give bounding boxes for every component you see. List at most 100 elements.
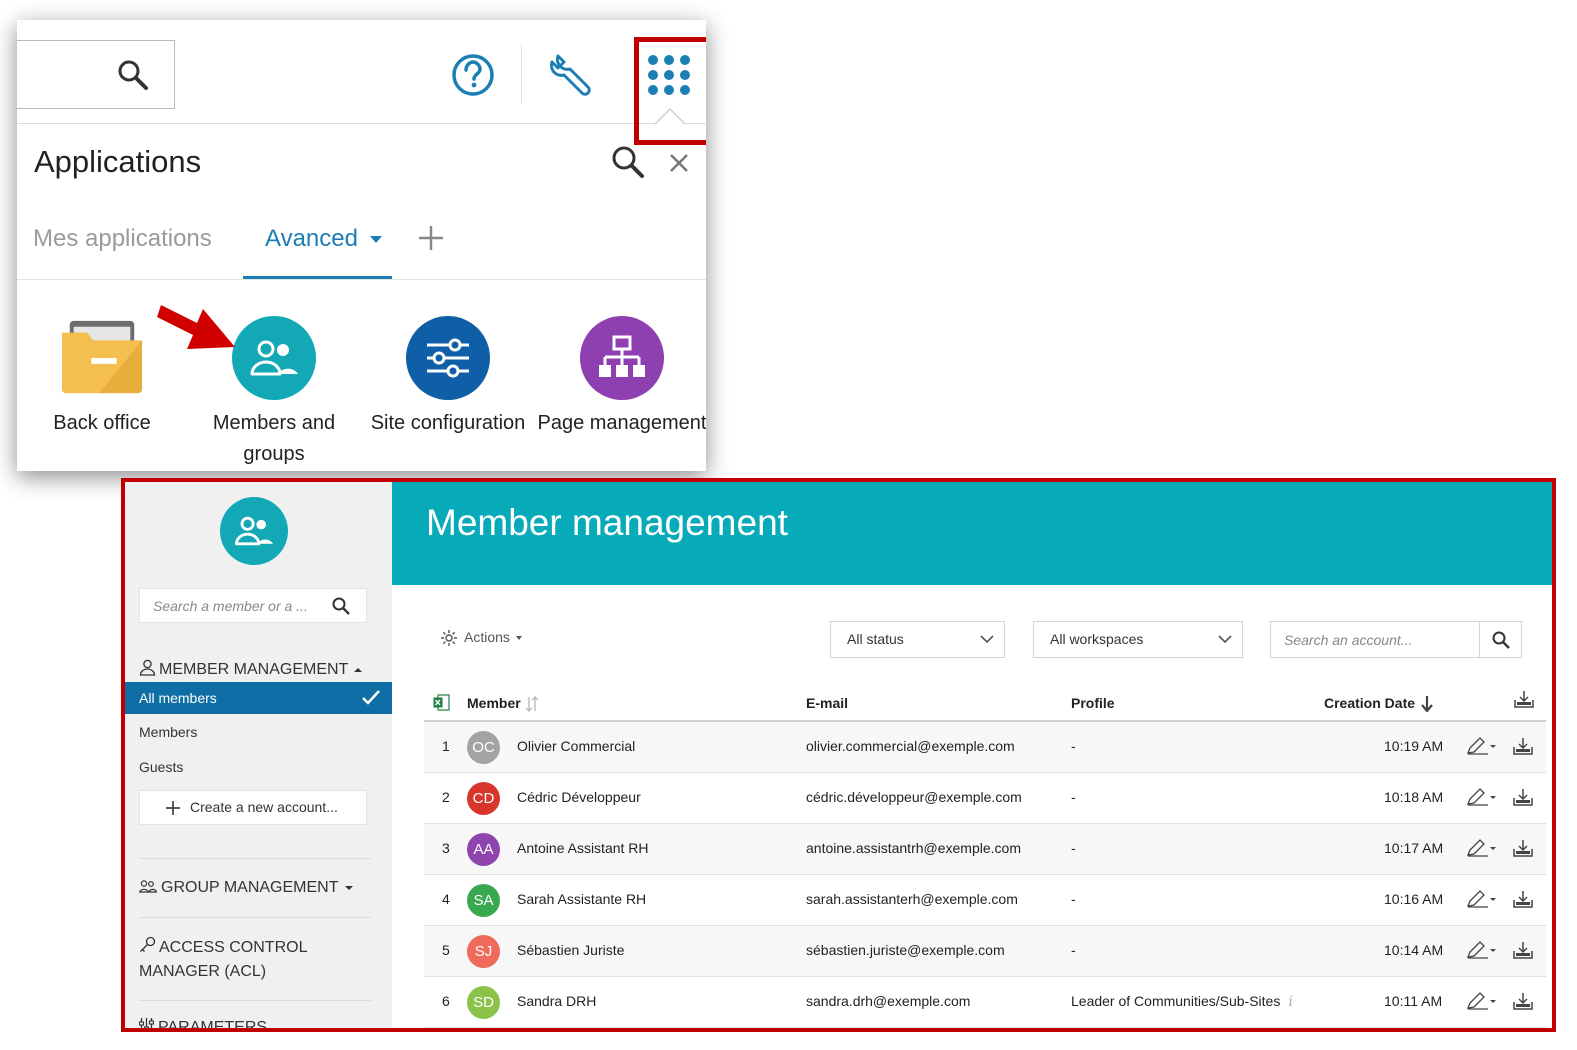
close-icon[interactable] <box>669 153 689 173</box>
arrow-down-icon <box>1421 696 1433 713</box>
wrench-icon[interactable] <box>548 52 594 98</box>
create-account-label: Create a new account... <box>190 799 338 815</box>
page-title: Member management <box>426 502 788 543</box>
member-name[interactable]: Sarah Assistante RH <box>517 891 646 907</box>
member-management-section[interactable]: MEMBER MANAGEMENT <box>139 659 363 679</box>
member-name[interactable]: Cédric Développeur <box>517 789 641 805</box>
search-icon <box>1492 631 1510 649</box>
toolbar-divider <box>521 44 522 104</box>
column-profile[interactable]: Profile <box>1071 695 1115 711</box>
settings-sliders-icon <box>139 1018 154 1028</box>
section-label: GROUP MANAGEMENT <box>161 879 339 896</box>
app-page-management[interactable]: Page management <box>537 316 706 439</box>
help-circle-icon[interactable] <box>451 53 495 97</box>
caret-down-icon <box>344 885 353 890</box>
main-content: Member management Actions All status All… <box>392 482 1552 1028</box>
sidebar-item-label: Guests <box>139 759 184 775</box>
search-button[interactable] <box>1479 622 1521 657</box>
download-icon[interactable] <box>1513 839 1533 857</box>
create-account-button[interactable]: Create a new account... <box>139 790 367 825</box>
chevron-down-icon <box>1218 635 1232 644</box>
row-number: 4 <box>442 891 450 907</box>
profile-label: - <box>1071 738 1076 754</box>
search-placeholder: Search a member or a ... <box>153 598 308 614</box>
avatar: SJ <box>467 935 500 968</box>
row-number: 5 <box>442 942 450 958</box>
member-email: antoine.assistantrh@exemple.com <box>806 840 1021 856</box>
column-creation-date[interactable]: Creation Date <box>1324 695 1433 713</box>
edit-icon[interactable] <box>1466 839 1498 857</box>
tab-avanced[interactable]: Avanced <box>265 225 382 253</box>
sidebar-item-members[interactable]: Members <box>125 716 392 748</box>
plus-icon[interactable] <box>417 224 445 252</box>
status-filter-select[interactable]: All status <box>830 621 1005 658</box>
download-icon[interactable] <box>1514 690 1534 708</box>
acl-section[interactable]: ACCESS CONTROL MANAGER (ACL) <box>139 936 379 984</box>
table-row[interactable]: 5 SJ Sébastien Juriste sébastien.juriste… <box>424 926 1546 977</box>
table-row[interactable]: 2 CD Cédric Développeur cédric.développe… <box>424 773 1546 824</box>
member-name[interactable]: Antoine Assistant RH <box>517 840 649 856</box>
member-profile: - <box>1071 789 1076 805</box>
member-name[interactable]: Olivier Commercial <box>517 738 635 754</box>
sidebar-item-all-members[interactable]: All members <box>125 682 392 714</box>
member-profile: - <box>1071 840 1076 856</box>
member-name[interactable]: Sandra DRH <box>517 993 596 1009</box>
caret-up-icon <box>354 667 363 672</box>
download-icon[interactable] <box>1513 941 1533 959</box>
creation-time: 10:11 AM <box>1384 993 1443 1009</box>
sidebar-item-guests[interactable]: Guests <box>125 751 392 783</box>
search-icon[interactable] <box>611 145 645 179</box>
plus-icon <box>166 801 180 815</box>
creation-time: 10:18 AM <box>1384 789 1444 805</box>
excel-export-icon[interactable] <box>433 694 450 711</box>
member-email: cédric.développeur@exemple.com <box>806 789 1022 805</box>
member-search-input[interactable]: Search a member or a ... <box>139 588 367 623</box>
group-management-section[interactable]: GROUP MANAGEMENT <box>139 879 353 897</box>
parameters-section[interactable]: PARAMETERS <box>139 1018 267 1028</box>
actions-dropdown[interactable]: Actions <box>440 629 522 647</box>
app-site-configuration[interactable]: Site configuration <box>363 316 533 439</box>
search-icon[interactable] <box>117 59 149 91</box>
member-management-window: Search a member or a ... MEMBER MANAGEME… <box>121 478 1556 1032</box>
profile-label: - <box>1071 789 1076 805</box>
select-value: All workspaces <box>1050 631 1144 647</box>
download-icon[interactable] <box>1513 890 1533 908</box>
table-row[interactable]: 1 OC Olivier Commercial olivier.commerci… <box>424 722 1546 773</box>
sitemap-icon <box>580 316 664 400</box>
search-placeholder: Search an account... <box>1284 632 1413 648</box>
member-profile: - <box>1071 738 1076 754</box>
people-icon <box>232 316 316 400</box>
red-arrow-annotation <box>157 289 243 355</box>
edit-icon[interactable] <box>1466 941 1498 959</box>
active-tab-indicator <box>243 276 392 279</box>
edit-icon[interactable] <box>1466 788 1498 806</box>
download-icon[interactable] <box>1513 737 1533 755</box>
download-icon[interactable] <box>1513 992 1533 1010</box>
edit-icon[interactable] <box>1466 992 1498 1010</box>
table-row[interactable]: 3 AA Antoine Assistant RH antoine.assist… <box>424 824 1546 875</box>
workspace-filter-select[interactable]: All workspaces <box>1033 621 1243 658</box>
edit-icon[interactable] <box>1466 737 1498 755</box>
member-name[interactable]: Sébastien Juriste <box>517 942 624 958</box>
search-icon[interactable] <box>332 597 350 615</box>
check-icon <box>362 690 380 705</box>
divider <box>139 1000 371 1001</box>
account-search-input[interactable]: Search an account... <box>1270 621 1522 658</box>
people-icon <box>220 497 288 565</box>
table-row[interactable]: 4 SA Sarah Assistante RH sarah.assistant… <box>424 875 1546 926</box>
tab-mes-applications[interactable]: Mes applications <box>33 225 212 253</box>
info-icon[interactable]: i <box>1288 994 1292 1010</box>
gear-icon <box>440 629 458 647</box>
global-search-input[interactable] <box>17 40 175 109</box>
table-row[interactable]: 6 SD Sandra DRH sandra.drh@exemple.com L… <box>424 977 1546 1028</box>
creation-time: 10:17 AM <box>1384 840 1444 856</box>
profile-label: - <box>1071 840 1076 856</box>
edit-icon[interactable] <box>1466 890 1498 908</box>
column-email[interactable]: E-mail <box>806 695 848 711</box>
group-icon <box>139 880 157 893</box>
download-icon[interactable] <box>1513 788 1533 806</box>
column-member[interactable]: Member <box>467 695 539 713</box>
user-icon <box>139 659 156 676</box>
profile-label: - <box>1071 891 1076 907</box>
popup-title: Applications <box>34 144 202 179</box>
